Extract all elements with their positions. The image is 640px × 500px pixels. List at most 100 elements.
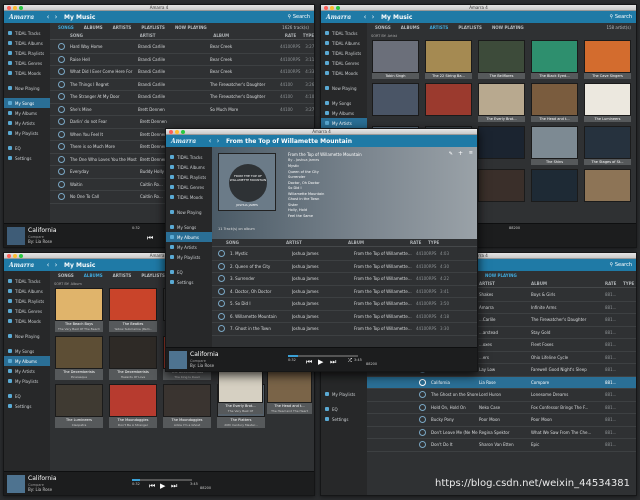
col-song[interactable]: SONG	[50, 33, 140, 38]
play-icon[interactable]	[58, 55, 65, 63]
sidebar-item-now-playing[interactable]: Now Playing	[4, 83, 50, 93]
sidebar-item-tidal-albums[interactable]: TIDAL Albums	[4, 286, 50, 296]
table-row[interactable]: Don't Do It Sharon Van Etten Epic 881...	[367, 439, 636, 452]
sidebar-item-tidal-tracks[interactable]: TIDAL Tracks	[4, 28, 50, 38]
sidebar-item-now-playing[interactable]: Now Playing	[321, 83, 367, 93]
prev-icon[interactable]: ⏮	[147, 234, 153, 243]
artist-tile[interactable]: The Shins	[531, 126, 578, 165]
play-icon[interactable]	[58, 143, 65, 151]
sidebar-item-tidal-moods[interactable]: TIDAL Moods	[166, 192, 212, 202]
play-icon[interactable]	[218, 325, 225, 333]
play-icon[interactable]	[419, 391, 426, 399]
sidebar-item-now-playing[interactable]: Now Playing	[4, 331, 50, 341]
sidebar-item-my-playlists[interactable]: My Playlists	[4, 376, 50, 386]
play-icon[interactable]	[58, 168, 65, 176]
artist-tile[interactable]	[425, 83, 472, 122]
sidebar-item-my-songs[interactable]: My Songs	[321, 98, 367, 108]
search-button[interactable]: ⚲ Search	[610, 14, 632, 20]
col-type[interactable]: TYPE	[623, 281, 634, 286]
sidebar-item-my-songs[interactable]: My Songs	[4, 98, 50, 108]
play-icon[interactable]	[218, 250, 225, 258]
col-song[interactable]: SONG	[212, 240, 286, 245]
play-icon[interactable]	[218, 287, 225, 295]
sidebar-item-my-albums[interactable]: My Albums	[321, 108, 367, 118]
add-icon[interactable]: +	[458, 150, 463, 157]
table-row[interactable]: 2. Queen of the City Joshua James From the…	[212, 261, 477, 273]
sidebar-item-tidal-genres[interactable]: TIDAL Genres	[4, 306, 50, 316]
album-tile[interactable]: The Decemberists Picaresque	[55, 336, 103, 380]
sidebar-item-tidal-tracks[interactable]: TIDAL Tracks	[166, 152, 212, 162]
forward-icon[interactable]: ›	[52, 261, 60, 269]
artist-tile[interactable]: The Bellflores	[478, 40, 525, 79]
album-tile[interactable]: The Moondoggies Don't Be A Stranger	[109, 384, 157, 428]
table-row[interactable]: Raise Hell Brandi Carlile Bear Creek 44100R…	[50, 54, 314, 66]
shuffle-icon[interactable]: ⤮	[348, 358, 352, 364]
album-tile[interactable]: The Lumineers Cleopatra	[55, 384, 103, 428]
table-row[interactable]: 1. Mystic Joshua James From the Top of Wil…	[212, 248, 477, 261]
sidebar-item-tidal-playlists[interactable]: TIDAL Playlists	[4, 48, 50, 58]
forward-icon[interactable]: ›	[214, 137, 222, 145]
sidebar-item-eq[interactable]: EQ	[321, 404, 367, 414]
table-row[interactable]: The Ghost on the Shore Lord Huron Lonesome…	[367, 389, 636, 402]
tab-artists[interactable]: ARTISTS	[113, 273, 132, 278]
artist-tile[interactable]: The Cave Singers	[584, 40, 631, 79]
album-tile[interactable]: The Head and t... The Head and The Heart	[267, 370, 312, 414]
table-row[interactable]: Hard Way Home Brandi Carlile Bear Creek 441…	[50, 41, 314, 54]
artist-tile[interactable]: The 22 String Ba...	[425, 40, 472, 79]
table-row[interactable]: Darlin' do not Fear Brett Dennen	[50, 116, 314, 129]
next-icon[interactable]: ⏭	[171, 482, 177, 491]
forward-icon[interactable]: ›	[52, 13, 60, 21]
play-icon[interactable]	[419, 428, 426, 436]
play-icon[interactable]	[218, 275, 225, 283]
table-row[interactable]: 3. Surrender Joshua James From the Top of …	[212, 273, 477, 286]
sidebar-item-tidal-albums[interactable]: TIDAL Albums	[166, 162, 212, 172]
col-rate[interactable]: RATE	[285, 33, 303, 38]
search-button[interactable]: ⚲ Search	[610, 262, 632, 268]
play-icon[interactable]	[58, 68, 65, 76]
artist-tile[interactable]	[584, 169, 631, 202]
artist-tile[interactable]: The Black Eyed...	[531, 40, 578, 79]
artist-tile[interactable]: The Everly Brot...	[478, 83, 525, 122]
back-icon[interactable]: ‹	[44, 261, 52, 269]
sidebar-item-tidal-tracks[interactable]: TIDAL Tracks	[4, 276, 50, 286]
play-icon[interactable]	[58, 105, 65, 113]
tab-songs[interactable]: SONGS	[58, 25, 74, 30]
play-icon[interactable]	[58, 43, 65, 51]
table-row[interactable]: She's Mine Brett Dennen So Much More 44100 3…	[50, 104, 314, 116]
sidebar-item-my-playlists[interactable]: My Playlists	[166, 252, 212, 262]
play-icon[interactable]	[218, 312, 225, 320]
tab-now-playing[interactable]: NOW PLAYING	[492, 25, 524, 30]
play-icon[interactable]	[419, 403, 426, 411]
sidebar-item-my-songs[interactable]: My Songs	[166, 222, 212, 232]
sidebar-item-my-artists[interactable]: My Artists	[166, 242, 212, 252]
tab-playlists[interactable]: PLAYLISTS	[141, 25, 165, 30]
play-icon[interactable]	[58, 155, 65, 163]
col-rate[interactable]: RATE	[410, 240, 428, 245]
sidebar-item-tidal-moods[interactable]: TIDAL Moods	[321, 68, 367, 78]
table-row[interactable]: 7. Ghost in the Town Joshua James From the…	[212, 323, 477, 336]
tab-songs[interactable]: SONGS	[375, 25, 391, 30]
play-icon[interactable]	[58, 193, 65, 201]
sidebar-item-my-albums[interactable]: My Albums	[4, 356, 50, 366]
table-row[interactable]: 4. Doctor, Oh Doctor Joshua James From the…	[212, 286, 477, 298]
table-row[interactable]: 6. Willamette Mountain Joshua James From t…	[212, 311, 477, 323]
sidebar-item-my-albums[interactable]: My Albums	[4, 108, 50, 118]
play-icon[interactable]	[419, 441, 426, 449]
artist-tile[interactable]	[531, 169, 578, 202]
sidebar-item-tidal-playlists[interactable]: TIDAL Playlists	[4, 296, 50, 306]
artist-tile[interactable]: The Lumineers	[584, 83, 631, 122]
album-tile[interactable]: The Everly Brot... The Very Best Of	[218, 370, 263, 414]
table-row[interactable]: Hold On, Hold On Neko Case Fox Confessor B…	[367, 402, 636, 414]
forward-icon[interactable]: ›	[369, 13, 377, 21]
sidebar-item-my-albums[interactable]: My Albums	[166, 232, 212, 242]
table-row[interactable]: 5. So Did I Joshua James From the Top of W…	[212, 298, 477, 311]
sidebar-item-tidal-playlists[interactable]: TIDAL Playlists	[166, 172, 212, 182]
sidebar-item-my-songs[interactable]: My Songs	[4, 346, 50, 356]
artist-tile[interactable]: Tobin Singh	[372, 40, 419, 79]
album-tile[interactable]: The Decemberists Hazards Of Love	[109, 336, 157, 380]
play-icon[interactable]	[419, 378, 426, 386]
back-icon[interactable]: ‹	[206, 137, 214, 145]
sidebar-item-tidal-playlists[interactable]: TIDAL Playlists	[321, 48, 367, 58]
tab-albums[interactable]: ALBUMS	[401, 25, 420, 30]
sidebar-item-settings[interactable]: Settings	[166, 277, 212, 287]
